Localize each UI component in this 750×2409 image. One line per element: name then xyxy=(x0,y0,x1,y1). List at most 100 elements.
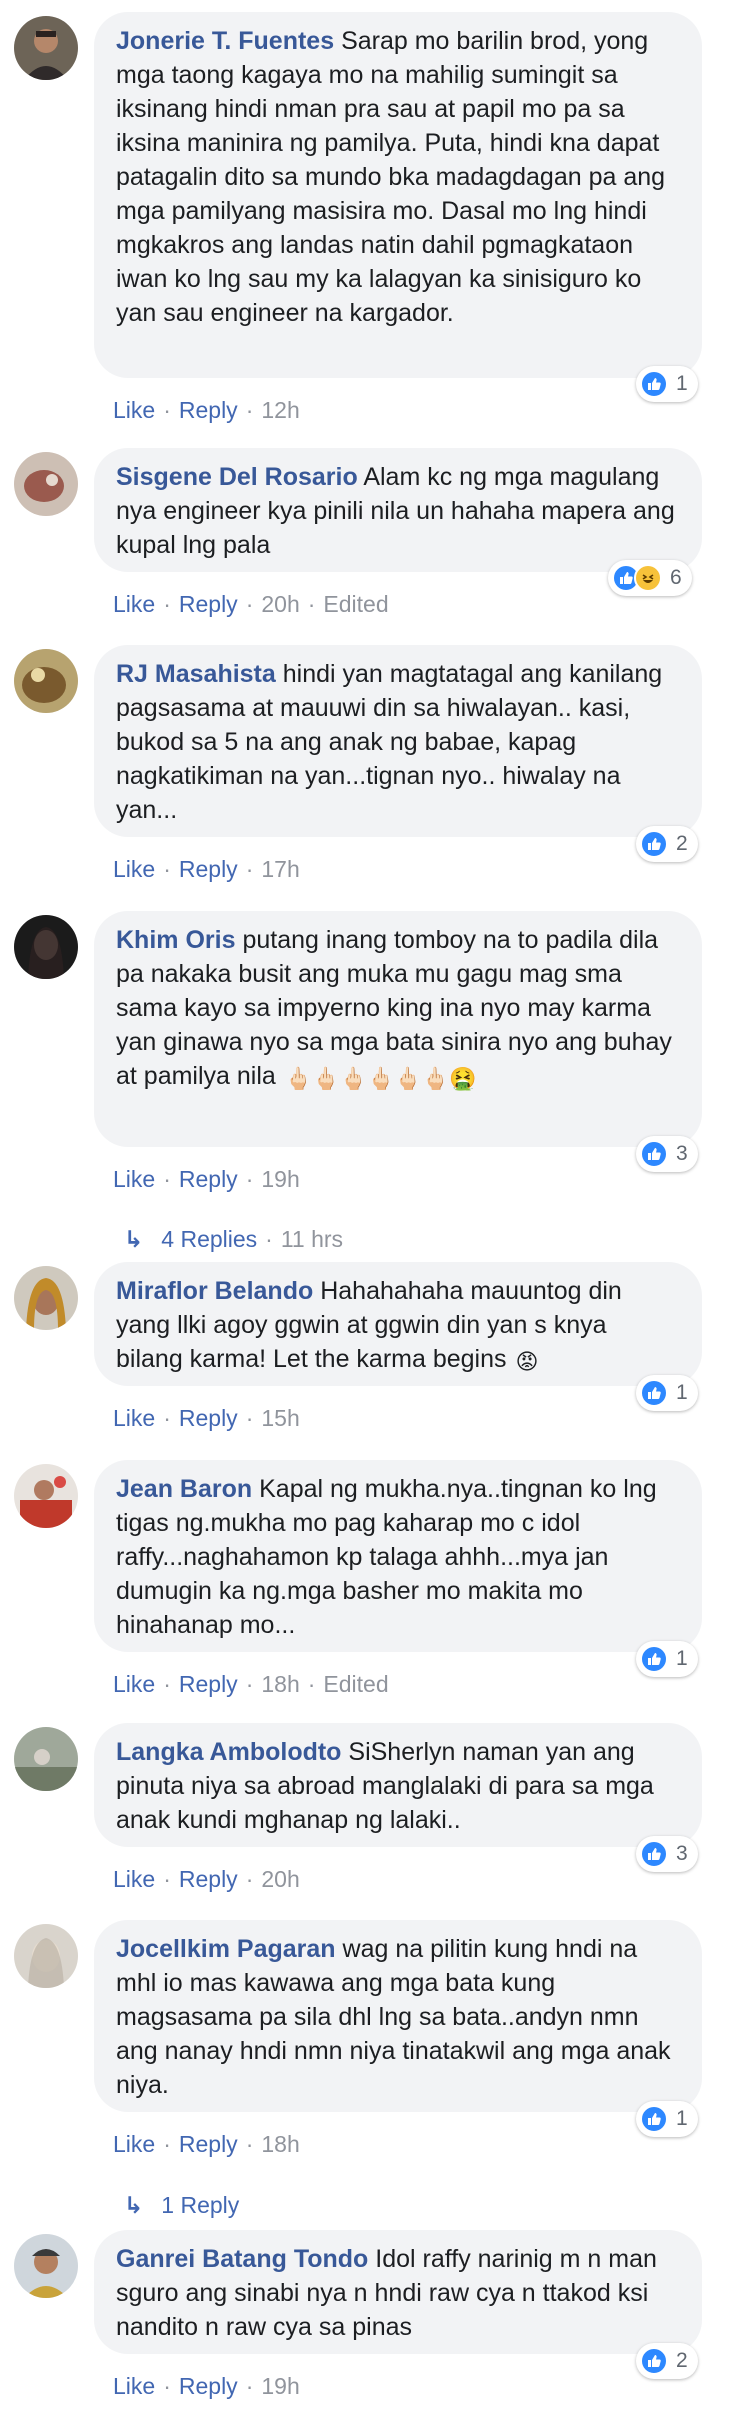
comment-bubble: Khim Oris putang inang tomboy na to padi… xyxy=(94,911,702,1147)
like-link[interactable]: Like xyxy=(113,1166,155,1192)
reaction-count: 2 xyxy=(676,832,688,855)
comment-timestamp[interactable]: 17h xyxy=(261,856,299,882)
comment-timestamp[interactable]: 19h xyxy=(261,1166,299,1192)
comment-timestamp[interactable]: 18h xyxy=(261,2131,299,2157)
comment-author[interactable]: Sisgene Del Rosario xyxy=(116,463,358,491)
comment-actions: Like · Reply · 15h xyxy=(113,1405,300,1431)
comment-timestamp[interactable]: 19h xyxy=(261,2373,299,2399)
comment-actions: Like · Reply · 20h xyxy=(113,1866,300,1892)
replies-count[interactable]: 4 Replies xyxy=(161,1226,257,1252)
comment-timestamp[interactable]: 20h xyxy=(261,1866,299,1892)
comment-author[interactable]: Jocellkim Pagaran xyxy=(116,1935,336,1963)
avatar[interactable] xyxy=(14,915,78,979)
like-reaction-icon xyxy=(640,2347,668,2375)
comment-bubble: Jocellkim Pagaran wag na pilitin kung hn… xyxy=(94,1920,702,2112)
comment-bubble: Miraflor Belando Hahahahaha mauuntog din… xyxy=(94,1262,702,1386)
like-reaction-icon xyxy=(640,1379,668,1407)
comment-bubble: Sisgene Del Rosario Alam kc ng mga magul… xyxy=(94,448,702,572)
comments-page: { "colors": { "author": "#385898", "link… xyxy=(0,0,750,2409)
comment-actions: Like · Reply · 17h xyxy=(113,856,300,882)
reply-link[interactable]: Reply xyxy=(179,1166,238,1192)
reaction-summary[interactable]: 2 xyxy=(636,826,698,862)
like-link[interactable]: Like xyxy=(113,397,155,423)
comment-timestamp[interactable]: 15h xyxy=(261,1405,299,1431)
like-link[interactable]: Like xyxy=(113,2131,155,2157)
reply-arrow-icon: ↳ xyxy=(124,1226,144,1252)
comment-timestamp[interactable]: 12h xyxy=(261,397,299,423)
reaction-count: 1 xyxy=(676,1381,688,1404)
reaction-count: 3 xyxy=(676,1142,688,1165)
reaction-count: 2 xyxy=(676,2349,688,2372)
like-reaction-icon xyxy=(640,2105,668,2133)
avatar[interactable] xyxy=(14,2234,78,2298)
like-link[interactable]: Like xyxy=(113,1866,155,1892)
edited-label[interactable]: Edited xyxy=(323,591,388,617)
like-link[interactable]: Like xyxy=(113,2373,155,2399)
avatar[interactable] xyxy=(14,16,78,80)
reply-link[interactable]: Reply xyxy=(179,1866,238,1892)
comment-bubble: Jonerie T. Fuentes Sarap mo barilin brod… xyxy=(94,12,702,378)
comment-bubble: Ganrei Batang Tondo Idol raffy narinig m… xyxy=(94,2230,702,2354)
haha-reaction-icon xyxy=(634,564,662,592)
comment-author[interactable]: Khim Oris xyxy=(116,926,235,954)
comment-timestamp[interactable]: 18h xyxy=(261,1671,299,1697)
view-replies-link[interactable]: ↳ 1 Reply xyxy=(124,2192,239,2219)
like-reaction-icon xyxy=(640,1840,668,1868)
like-link[interactable]: Like xyxy=(113,856,155,882)
replies-count[interactable]: 1 Reply xyxy=(161,2192,239,2218)
reply-link[interactable]: Reply xyxy=(179,856,238,882)
edited-label[interactable]: Edited xyxy=(323,1671,388,1697)
comment-author[interactable]: Ganrei Batang Tondo xyxy=(116,2245,368,2273)
comment-author[interactable]: Langka Ambolodto xyxy=(116,1738,341,1766)
reaction-count: 1 xyxy=(676,372,688,395)
comment-author[interactable]: RJ Masahista xyxy=(116,660,276,688)
like-reaction-icon xyxy=(640,1645,668,1673)
comment-actions: Like · Reply · 18h · Edited xyxy=(113,1671,389,1697)
like-reaction-icon xyxy=(640,370,668,398)
reply-link[interactable]: Reply xyxy=(179,2373,238,2399)
like-link[interactable]: Like xyxy=(113,591,155,617)
comment-bubble: Jean Baron Kapal ng mukha.nya..tingnan k… xyxy=(94,1460,702,1652)
like-link[interactable]: Like xyxy=(113,1671,155,1697)
reply-link[interactable]: Reply xyxy=(179,1671,238,1697)
avatar[interactable] xyxy=(14,1266,78,1330)
reaction-summary[interactable]: 3 xyxy=(636,1836,698,1872)
comment-bubble: Langka Ambolodto SiSherlyn naman yan ang… xyxy=(94,1723,702,1847)
comment-actions: Like · Reply · 20h · Edited xyxy=(113,591,389,617)
reaction-count: 1 xyxy=(676,2107,688,2130)
like-link[interactable]: Like xyxy=(113,1405,155,1431)
reply-link[interactable]: Reply xyxy=(179,591,238,617)
reply-link[interactable]: Reply xyxy=(179,397,238,423)
like-reaction-icon xyxy=(640,1140,668,1168)
reaction-count: 3 xyxy=(676,1842,688,1865)
reaction-summary[interactable]: 6 xyxy=(608,560,692,596)
reaction-summary[interactable]: 1 xyxy=(636,1641,698,1677)
reaction-count: 1 xyxy=(676,1647,688,1670)
avatar[interactable] xyxy=(14,1727,78,1791)
avatar[interactable] xyxy=(14,1464,78,1528)
reaction-summary[interactable]: 1 xyxy=(636,2101,698,2137)
reaction-summary[interactable]: 2 xyxy=(636,2343,698,2379)
reply-link[interactable]: Reply xyxy=(179,2131,238,2157)
reaction-summary[interactable]: 1 xyxy=(636,1375,698,1411)
comment-actions: Like · Reply · 12h xyxy=(113,397,300,423)
avatar[interactable] xyxy=(14,649,78,713)
emoji-sequence: 😡 xyxy=(515,1349,539,1374)
comment-author[interactable]: Miraflor Belando xyxy=(116,1277,313,1305)
comment-author[interactable]: Jean Baron xyxy=(116,1475,252,1503)
comment-bubble: RJ Masahista hindi yan magtatagal ang ka… xyxy=(94,645,702,837)
reply-link[interactable]: Reply xyxy=(179,1405,238,1431)
reaction-count: 6 xyxy=(670,566,682,589)
reaction-summary[interactable]: 3 xyxy=(636,1136,698,1172)
emoji-sequence: 🖕🏻🖕🏻🖕🏻🖕🏻🖕🏻🖕🏻🤮 xyxy=(284,1066,477,1091)
comment-timestamp[interactable]: 20h xyxy=(261,591,299,617)
avatar[interactable] xyxy=(14,452,78,516)
comment-text: Sarap mo barilin brod, yong mga taong ka… xyxy=(116,27,666,327)
reaction-summary[interactable]: 1 xyxy=(636,366,698,402)
avatar[interactable] xyxy=(14,1924,78,1988)
replies-timestamp: 11 hrs xyxy=(280,1226,344,1252)
comment-actions: Like · Reply · 19h xyxy=(113,2373,300,2399)
comment-author[interactable]: Jonerie T. Fuentes xyxy=(116,27,334,55)
view-replies-link[interactable]: ↳ 4 Replies · 11 hrs xyxy=(124,1226,343,1253)
comment-actions: Like · Reply · 19h xyxy=(113,1166,300,1192)
